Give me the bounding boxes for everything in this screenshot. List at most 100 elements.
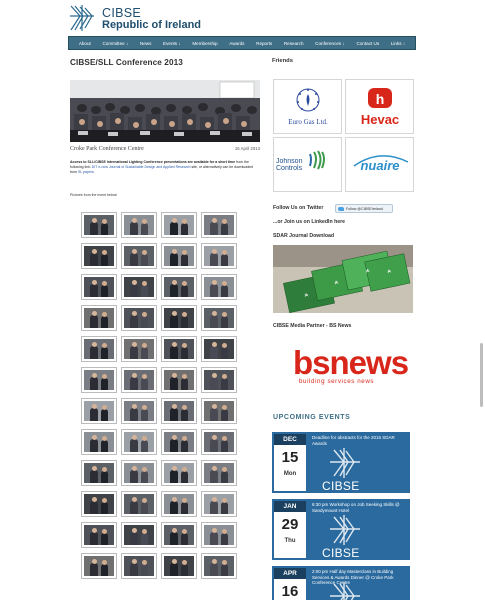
gallery-thumbnail[interactable] bbox=[161, 243, 197, 269]
gallery-thumbnail[interactable] bbox=[81, 398, 117, 424]
gallery-thumbnail[interactable] bbox=[81, 243, 117, 269]
gallery-thumbnail[interactable] bbox=[161, 460, 197, 486]
dit-journal-link[interactable]: DIT e-now Journal of Sustainable Design … bbox=[92, 165, 191, 169]
gallery-thumbnail[interactable] bbox=[161, 553, 197, 579]
gallery-thumbnail[interactable] bbox=[121, 305, 157, 331]
friend-euro-gas[interactable]: Euro Gas Ltd. bbox=[273, 79, 342, 134]
gallery-thumbnail[interactable] bbox=[201, 398, 237, 424]
gallery-thumbnail[interactable] bbox=[81, 491, 117, 517]
person-head bbox=[171, 373, 177, 378]
person-figure bbox=[90, 532, 98, 545]
gallery-thumbnail[interactable] bbox=[161, 305, 197, 331]
event-card[interactable]: APR 16 2:00 pm Half day Masterclass in B… bbox=[272, 566, 410, 600]
person-head bbox=[131, 311, 137, 316]
gallery-thumbnail[interactable] bbox=[121, 243, 157, 269]
person-figure bbox=[130, 408, 138, 421]
nav-reports[interactable]: Reports bbox=[256, 41, 272, 46]
person-head bbox=[211, 249, 217, 254]
gallery-thumbnail[interactable] bbox=[121, 429, 157, 455]
gallery-thumbnail[interactable] bbox=[201, 274, 237, 300]
gallery-thumbnail[interactable] bbox=[81, 522, 117, 548]
thumbnail-photo bbox=[204, 339, 234, 359]
nav-events[interactable]: Events ↓ bbox=[163, 41, 181, 46]
sdar-journal-image[interactable] bbox=[273, 245, 413, 313]
gallery-thumbnail[interactable] bbox=[201, 522, 237, 548]
nav-news[interactable]: News bbox=[140, 41, 152, 46]
gallery-thumbnail[interactable] bbox=[121, 274, 157, 300]
gallery-thumbnail[interactable] bbox=[201, 553, 237, 579]
nuaire-text: nuaire bbox=[360, 158, 399, 173]
person-figure bbox=[210, 315, 218, 328]
gallery-thumbnail[interactable] bbox=[81, 305, 117, 331]
gallery-thumbnail[interactable] bbox=[161, 522, 197, 548]
logo-region[interactable]: Republic of Ireland bbox=[102, 19, 201, 31]
gallery-thumbnail[interactable] bbox=[161, 274, 197, 300]
gallery-thumbnail[interactable] bbox=[121, 367, 157, 393]
cibse-crest-icon[interactable] bbox=[68, 4, 98, 32]
event-card[interactable]: JAN 29 Thu 6:30 pm Workshop on Job Seeki… bbox=[272, 499, 410, 560]
thumbnail-photo bbox=[84, 556, 114, 576]
thumbnail-photo bbox=[84, 525, 114, 545]
friend-johnson-controls[interactable]: Johnson Controls bbox=[273, 137, 342, 192]
twitter-follow-button[interactable]: Follow @CIBSEIreland bbox=[335, 204, 393, 213]
person-head bbox=[211, 311, 217, 316]
sl-papers-link[interactable]: SL papers bbox=[78, 170, 94, 174]
gallery-thumbnail[interactable] bbox=[201, 336, 237, 362]
gallery-thumbnail[interactable] bbox=[81, 429, 117, 455]
bs-news-banner[interactable]: bsnews building services news bbox=[273, 334, 413, 402]
gallery-thumbnail[interactable] bbox=[121, 398, 157, 424]
gallery-thumbnail[interactable] bbox=[81, 367, 117, 393]
gallery-thumbnail[interactable] bbox=[161, 429, 197, 455]
nav-membership[interactable]: Membership bbox=[192, 41, 217, 46]
gallery-thumbnail[interactable] bbox=[81, 212, 117, 238]
gallery-thumbnail[interactable] bbox=[161, 336, 197, 362]
hevac-logo-icon: h Hevac bbox=[361, 88, 399, 127]
linkedin-link[interactable]: ...or Join us on LinkedIn here bbox=[273, 219, 345, 225]
nav-committee[interactable]: Committee ↓ bbox=[102, 41, 128, 46]
gallery-thumbnail[interactable] bbox=[161, 212, 197, 238]
nav-research[interactable]: Research bbox=[284, 41, 304, 46]
gallery-thumbnail[interactable] bbox=[81, 336, 117, 362]
gallery-thumbnail[interactable] bbox=[201, 212, 237, 238]
gallery-thumbnail[interactable] bbox=[161, 367, 197, 393]
gallery-thumbnail[interactable] bbox=[201, 460, 237, 486]
logo-cibse[interactable]: CIBSE bbox=[102, 6, 141, 20]
person-figure bbox=[170, 439, 178, 452]
image-caption-row: Croke Park Conference Centre 16 April 20… bbox=[70, 146, 260, 154]
event-title[interactable]: 6:30 pm Workshop on Job Seeking Skills @… bbox=[312, 502, 407, 513]
gallery-thumbnail[interactable] bbox=[121, 212, 157, 238]
gallery-thumbnail[interactable] bbox=[81, 460, 117, 486]
gallery-thumbnail[interactable] bbox=[121, 491, 157, 517]
event-title[interactable]: Deadline for abstracts for the 2015 SDAR… bbox=[312, 435, 407, 446]
person-head bbox=[131, 249, 137, 254]
thumbnail-photo bbox=[84, 432, 114, 452]
nav-links[interactable]: Links ↓ bbox=[391, 41, 405, 46]
gallery-thumbnail[interactable] bbox=[121, 336, 157, 362]
gallery-thumbnail[interactable] bbox=[201, 305, 237, 331]
gallery-thumbnail[interactable] bbox=[201, 367, 237, 393]
nav-about[interactable]: About bbox=[79, 41, 91, 46]
svg-text:h: h bbox=[376, 91, 385, 107]
gallery-thumbnail[interactable] bbox=[201, 429, 237, 455]
nav-conferences[interactable]: Conferences ↓ bbox=[315, 41, 345, 46]
gallery-thumbnail[interactable] bbox=[201, 491, 237, 517]
gallery-thumbnail[interactable] bbox=[121, 460, 157, 486]
gallery-thumbnail[interactable] bbox=[121, 553, 157, 579]
event-card[interactable]: DEC 15 Mon Deadline for abstracts for th… bbox=[272, 432, 410, 493]
gallery-thumbnail[interactable] bbox=[161, 398, 197, 424]
person-figure bbox=[130, 563, 138, 576]
hevac-text: Hevac bbox=[361, 112, 399, 127]
pictures-label: Pictures from the event below! bbox=[70, 193, 118, 197]
gallery-thumbnail[interactable] bbox=[81, 274, 117, 300]
nav-awards[interactable]: Awards bbox=[229, 41, 244, 46]
person-head bbox=[91, 435, 97, 440]
friend-nuaire[interactable]: nuaire bbox=[345, 137, 414, 192]
friend-hevac[interactable]: h Hevac bbox=[345, 79, 414, 134]
gallery-thumbnail[interactable] bbox=[161, 491, 197, 517]
gallery-thumbnail[interactable] bbox=[81, 553, 117, 579]
page-scrollbar[interactable] bbox=[480, 343, 483, 407]
nav-contact[interactable]: Contact Us bbox=[356, 41, 379, 46]
gallery-thumbnail[interactable] bbox=[201, 243, 237, 269]
event-cibse-text: CIBSE bbox=[322, 546, 360, 560]
gallery-thumbnail[interactable] bbox=[121, 522, 157, 548]
